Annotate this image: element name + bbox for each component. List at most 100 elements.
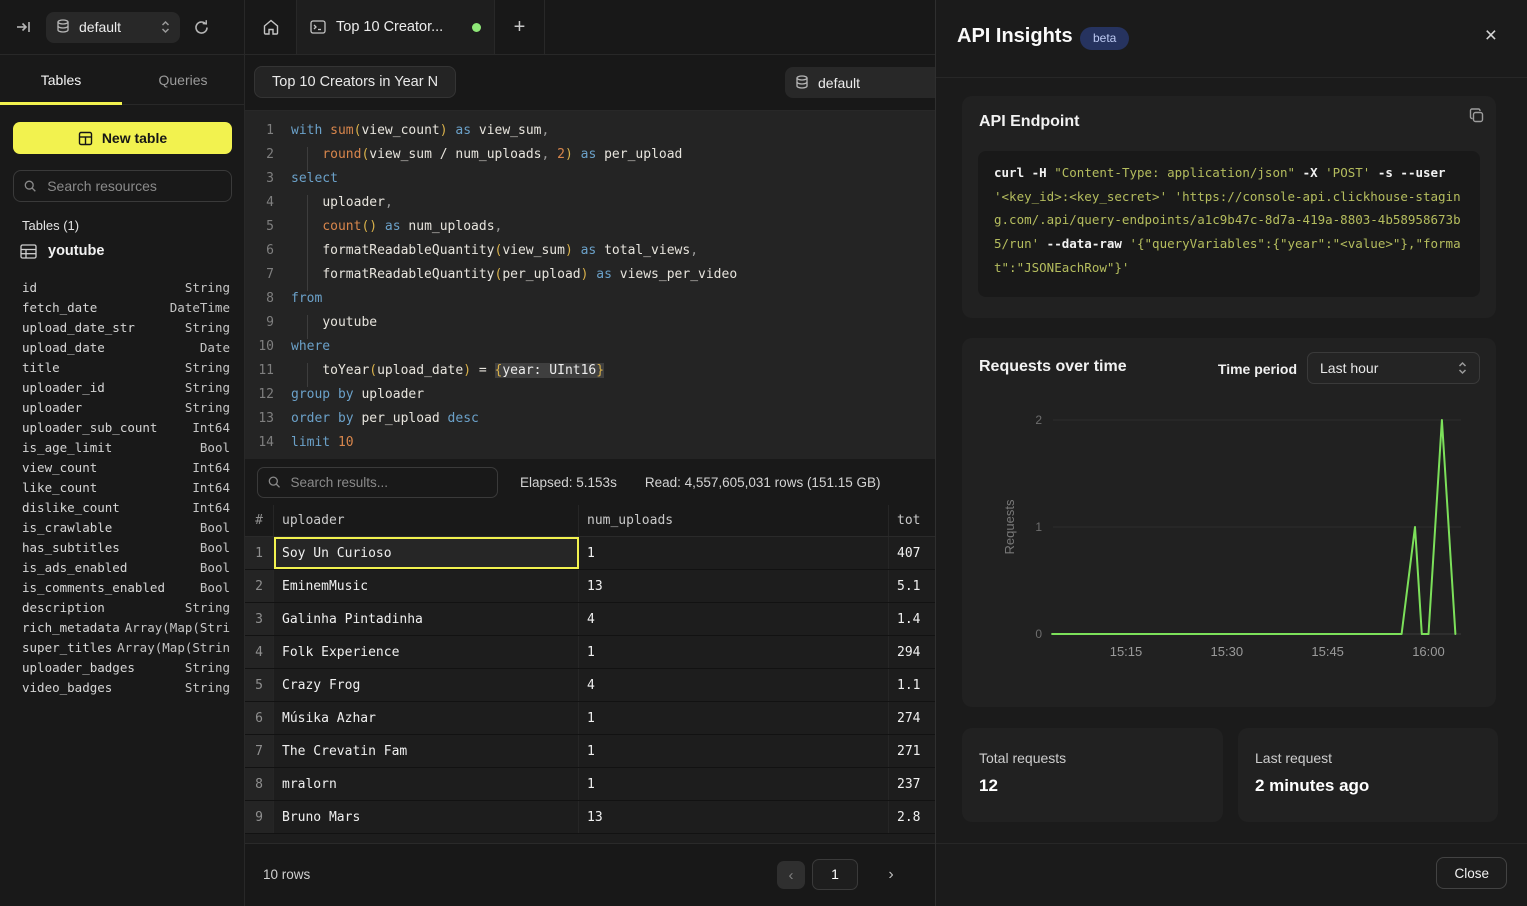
query-database-selector[interactable]: default (785, 67, 935, 98)
row-number: 9 (245, 801, 274, 833)
cell-uploader[interactable]: The Crevatin Fam (274, 735, 579, 767)
database-icon (56, 19, 70, 35)
query-title[interactable]: Top 10 Creators in Year N (254, 66, 456, 98)
column-type: Bool (200, 578, 230, 598)
cell-total-views[interactable]: 294 (889, 636, 935, 668)
column-name: description (22, 598, 105, 618)
results-footer: 10 rows ‹ 1 › (245, 843, 935, 906)
column-type: String (185, 598, 230, 618)
panel-title: API Insights (957, 25, 1073, 48)
cell-num-uploads[interactable]: 1 (579, 537, 889, 569)
cell-total-views[interactable]: 407 (889, 537, 935, 569)
column-type: String (185, 398, 230, 418)
cell-num-uploads[interactable]: 1 (579, 735, 889, 767)
line-number: 8 (245, 287, 274, 311)
cell-total-views[interactable]: 1.4 (889, 603, 935, 635)
sql-editor[interactable]: 1with sum(view_count) as view_sum,2 roun… (245, 111, 935, 459)
cell-total-views[interactable]: 274 (889, 702, 935, 734)
cell-uploader[interactable]: Soy Un Curioso (274, 537, 579, 569)
code-line: 14limit 10 (245, 431, 935, 455)
column-row: rich_metadataArray(Map(Stri (22, 618, 230, 638)
cell-uploader[interactable]: Folk Experience (274, 636, 579, 668)
query-database-value: default (818, 75, 935, 91)
refresh-icon[interactable] (193, 19, 210, 36)
read-stats: Read: 4,557,605,031 rows (151.15 GB) (645, 475, 881, 490)
cell-num-uploads[interactable]: 4 (579, 669, 889, 701)
time-period-select[interactable]: Last hour (1307, 352, 1480, 384)
column-row: uploader_idString (22, 378, 230, 398)
resource-search-input[interactable] (45, 177, 221, 195)
total-requests-value: 12 (979, 776, 998, 796)
new-tab-button[interactable]: + (495, 0, 545, 54)
column-name: view_count (22, 458, 97, 478)
line-number: 10 (245, 335, 274, 359)
column-header: uploader (274, 505, 579, 536)
column-name: uploader_sub_count (22, 418, 157, 438)
home-icon[interactable] (245, 0, 296, 54)
code-text: count() as num_uploads, (291, 215, 502, 239)
cell-num-uploads[interactable]: 4 (579, 603, 889, 635)
column-row: titleString (22, 358, 230, 378)
column-name: upload_date (22, 338, 105, 358)
cell-uploader[interactable]: Crazy Frog (274, 669, 579, 701)
cell-total-views[interactable]: 2.8 (889, 801, 935, 833)
cell-uploader[interactable]: Bruno Mars (274, 801, 579, 833)
query-tab[interactable]: Top 10 Creator... (296, 0, 495, 54)
svg-text:2: 2 (1035, 413, 1042, 427)
column-type: Date (200, 338, 230, 358)
row-number: 2 (245, 570, 274, 602)
cell-uploader[interactable]: EminemMusic (274, 570, 579, 602)
cell-num-uploads[interactable]: 13 (579, 570, 889, 602)
last-request-value: 2 minutes ago (1255, 776, 1369, 796)
line-number: 11 (245, 359, 274, 383)
table-row: 9Bruno Mars132.8 (245, 801, 935, 834)
cell-num-uploads[interactable]: 1 (579, 636, 889, 668)
next-page-button[interactable]: › (879, 861, 903, 889)
svg-text:16:00: 16:00 (1412, 644, 1445, 659)
column-name: is_age_limit (22, 438, 112, 458)
column-row: uploader_sub_countInt64 (22, 418, 230, 438)
copy-icon[interactable] (1468, 107, 1485, 124)
column-row: has_subtitlesBool (22, 538, 230, 558)
cell-num-uploads[interactable]: 1 (579, 702, 889, 734)
sidebar-collapse-icon[interactable] (15, 19, 33, 35)
table-row-partial (245, 834, 935, 843)
column-type: String (185, 358, 230, 378)
columns-list: idStringfetch_dateDateTimeupload_date_st… (22, 278, 230, 698)
tables-section-label: Tables (1) (22, 218, 79, 233)
column-name: like_count (22, 478, 97, 498)
column-type: String (185, 318, 230, 338)
results-search-input[interactable] (288, 474, 487, 491)
tab-tables[interactable]: Tables (0, 55, 122, 104)
code-line: 8from (245, 287, 935, 311)
close-icon[interactable]: × (1479, 24, 1503, 47)
cell-uploader[interactable]: Músika Azhar (274, 702, 579, 734)
cell-total-views[interactable]: 271 (889, 735, 935, 767)
cell-num-uploads[interactable]: 13 (579, 801, 889, 833)
panel-footer: Close (936, 843, 1527, 906)
close-button[interactable]: Close (1436, 857, 1507, 889)
cell-num-uploads[interactable]: 1 (579, 768, 889, 800)
code-text: select (291, 167, 338, 191)
row-number: 4 (245, 636, 274, 668)
page-number[interactable]: 1 (812, 859, 858, 890)
tab-queries[interactable]: Queries (122, 55, 244, 104)
prev-page-button[interactable]: ‹ (777, 861, 805, 889)
cell-total-views[interactable]: 5.1 (889, 570, 935, 602)
cell-total-views[interactable]: 1.1 (889, 669, 935, 701)
row-number: 8 (245, 768, 274, 800)
cell-uploader[interactable]: Galinha Pintadinha (274, 603, 579, 635)
code-text: round(view_sum / num_uploads, 2) as per_… (291, 143, 682, 167)
database-selector[interactable]: default (46, 12, 180, 43)
column-row: view_countInt64 (22, 458, 230, 478)
table-icon (20, 244, 37, 259)
chevron-updown-icon (1458, 361, 1467, 375)
sidebar-item-youtube[interactable]: youtube (20, 243, 104, 259)
query-tab-title: Top 10 Creator... (336, 19, 462, 35)
svg-text:0: 0 (1035, 627, 1042, 641)
curl-command: curl -H "Content-Type: application/json"… (978, 151, 1480, 297)
new-table-button[interactable]: New table (13, 122, 232, 154)
cell-total-views[interactable]: 237 (889, 768, 935, 800)
cell-uploader[interactable]: mralorn (274, 768, 579, 800)
requests-line-chart: 01215:1515:3015:4516:00Requests (962, 338, 1496, 707)
